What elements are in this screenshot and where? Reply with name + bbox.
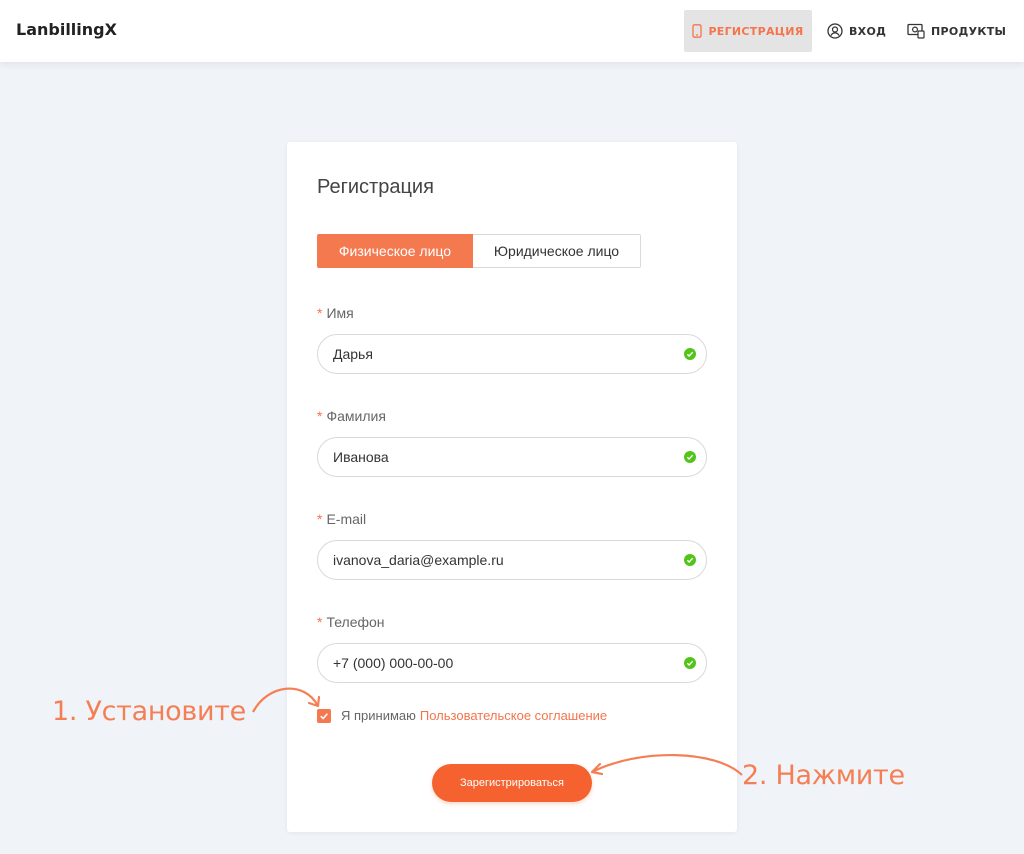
annotation-step-1: 1. Установите: [52, 696, 246, 727]
annotation-step-2: 2. Нажмите: [742, 760, 905, 791]
